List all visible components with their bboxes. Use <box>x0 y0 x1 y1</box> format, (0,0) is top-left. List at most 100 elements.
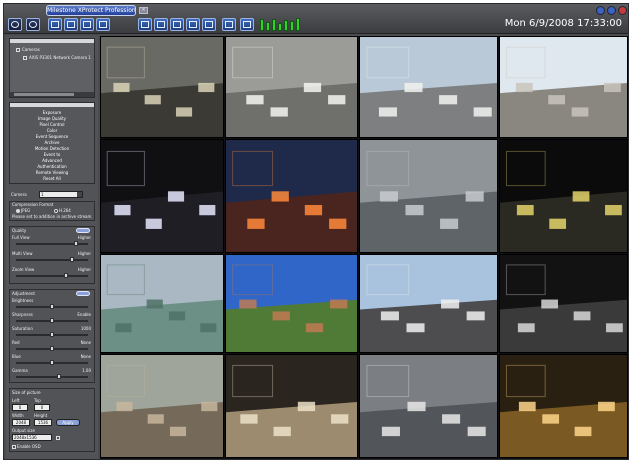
cam-street-palms-view[interactable] <box>499 36 628 138</box>
apply-button[interactable]: Apply <box>56 419 80 426</box>
close-icon[interactable] <box>618 6 627 15</box>
slider-knob[interactable] <box>50 318 54 323</box>
cam-night-plaza-view[interactable] <box>499 139 628 253</box>
slider-knob[interactable] <box>50 332 54 337</box>
cam-highway-view[interactable] <box>359 254 498 353</box>
left-input[interactable]: 0 <box>12 404 28 411</box>
compression-h264[interactable]: H.264 <box>54 208 71 213</box>
slider-track[interactable] <box>16 332 88 337</box>
output-label: Output size <box>12 428 35 433</box>
cam-fisheye-campus-image <box>226 255 357 352</box>
playback-button[interactable] <box>26 18 40 31</box>
slider-knob[interactable] <box>70 257 74 262</box>
menu-item-color[interactable]: Color <box>10 128 94 133</box>
slider-track[interactable] <box>16 318 88 323</box>
slider-track[interactable] <box>16 374 88 379</box>
camera-select[interactable]: 1 <box>39 191 83 198</box>
minimize-icon[interactable] <box>607 6 616 15</box>
layout-custom-button[interactable] <box>202 18 216 31</box>
ptz-button[interactable] <box>8 18 22 31</box>
slider-track[interactable] <box>16 241 88 246</box>
cam-aerial-street-view[interactable] <box>359 139 498 253</box>
meter-bar <box>266 22 270 31</box>
layout-1x1-button[interactable] <box>48 18 62 31</box>
help-icon[interactable] <box>596 6 605 15</box>
layout-1-12-button[interactable] <box>154 18 168 31</box>
layout-5x5-button[interactable] <box>186 18 200 31</box>
slider-value: None <box>80 340 91 345</box>
title-close-icon[interactable]: × <box>139 7 148 14</box>
cam-night-building-view[interactable] <box>225 139 358 253</box>
slider-value: 1000 <box>80 326 91 331</box>
menu-item-event-to[interactable]: Event to <box>10 152 94 157</box>
slider-knob[interactable] <box>50 346 54 351</box>
scrollbar-thumb[interactable] <box>14 93 74 96</box>
slider-knob[interactable] <box>64 273 68 278</box>
setup-button[interactable] <box>240 18 254 31</box>
slider-knob[interactable] <box>74 241 78 246</box>
cam-truck-lot-view[interactable] <box>359 36 498 138</box>
cam-dark-warehouse-view[interactable] <box>499 254 628 353</box>
layout-4x4-button[interactable] <box>96 18 110 31</box>
cam-traffic-aerial-view[interactable] <box>359 354 498 458</box>
camera-tree: Cameras AXIS P3301 Network Camera 1 <box>9 38 95 98</box>
layout-1-7-button[interactable] <box>138 18 152 31</box>
menu-item-archive[interactable]: Archive <box>10 140 94 145</box>
slider-knob[interactable] <box>50 304 54 309</box>
checkbox-icon <box>12 445 16 449</box>
quality-toggle[interactable] <box>76 228 90 233</box>
slider-track[interactable] <box>16 273 88 278</box>
menu-item-pixel-control[interactable]: Pixel Control <box>10 122 94 127</box>
menu-item-motion-detection[interactable]: Motion Detection <box>10 146 94 151</box>
slider-track[interactable] <box>16 346 88 351</box>
cam-building-day-view[interactable] <box>100 254 224 353</box>
layout-2-8-button[interactable] <box>170 18 184 31</box>
slider-track[interactable] <box>16 360 88 365</box>
layout-2x2-icon <box>67 21 75 28</box>
tree-scrollbar[interactable] <box>10 92 94 97</box>
top-input[interactable]: 0 <box>34 404 50 411</box>
height-label: Height <box>34 413 48 418</box>
square-icon <box>56 436 60 440</box>
width-input[interactable]: 2048 <box>12 419 30 426</box>
tree-child[interactable]: AXIS P3301 Network Camera 1 <box>23 55 91 60</box>
cam-warehouse-lit-view[interactable] <box>499 354 628 458</box>
output-size-select[interactable]: 2048x1536 <box>12 434 52 441</box>
tree-root[interactable]: Cameras <box>16 47 40 52</box>
cam-fisheye-lobby-view[interactable] <box>225 354 358 458</box>
menu-item-reset-all[interactable]: Reset All <box>10 176 94 181</box>
menu-item-image-quality[interactable]: Image Quality <box>10 116 94 121</box>
slider-track[interactable] <box>16 257 88 262</box>
layout-3x3-button[interactable] <box>80 18 94 31</box>
layout-3x3-icon <box>83 21 91 28</box>
cam-fisheye-campus-view[interactable] <box>225 254 358 353</box>
slider-knob[interactable] <box>57 374 61 379</box>
compression-jpeg[interactable]: JPEG <box>16 208 30 213</box>
app-window: Milestone XProtect Professional × Mon 6/… <box>3 3 629 460</box>
menu-item-advanced[interactable]: Advanced <box>10 158 94 163</box>
slider-knob[interactable] <box>50 360 54 365</box>
left-label: Left <box>12 398 20 403</box>
cam-aerial-street-image <box>360 140 497 252</box>
cam-parking-top-view[interactable] <box>225 36 358 138</box>
enable-osd-checkbox[interactable]: Enable OSD <box>12 444 41 449</box>
menu-item-authentication[interactable]: Authentication <box>10 164 94 169</box>
menu-item-exposure[interactable]: Exposure <box>10 110 94 115</box>
menu-item-event-sequence[interactable]: Event Sequence <box>10 134 94 139</box>
adjustment-toggle[interactable] <box>76 291 90 296</box>
meter-bar <box>290 21 294 31</box>
layout-2x2-button[interactable] <box>64 18 78 31</box>
cam-traffic-aerial-image <box>360 355 497 457</box>
height-input[interactable]: 1536 <box>34 419 52 426</box>
slider-track[interactable] <box>16 304 88 309</box>
camera-icon <box>23 56 27 60</box>
fullscreen-button[interactable] <box>222 18 236 31</box>
cam-night-garage-view[interactable] <box>100 139 224 253</box>
output-extra-icon[interactable] <box>56 435 61 440</box>
cam-workshop-view[interactable] <box>100 36 224 138</box>
camera-select-value: 1 <box>41 192 44 197</box>
cam-night-building-image <box>226 140 357 252</box>
menu-item-remote-viewing[interactable]: Remote Viewing <box>10 170 94 175</box>
fullscreen-icon <box>225 21 233 28</box>
cam-rooftop-view[interactable] <box>100 354 224 458</box>
